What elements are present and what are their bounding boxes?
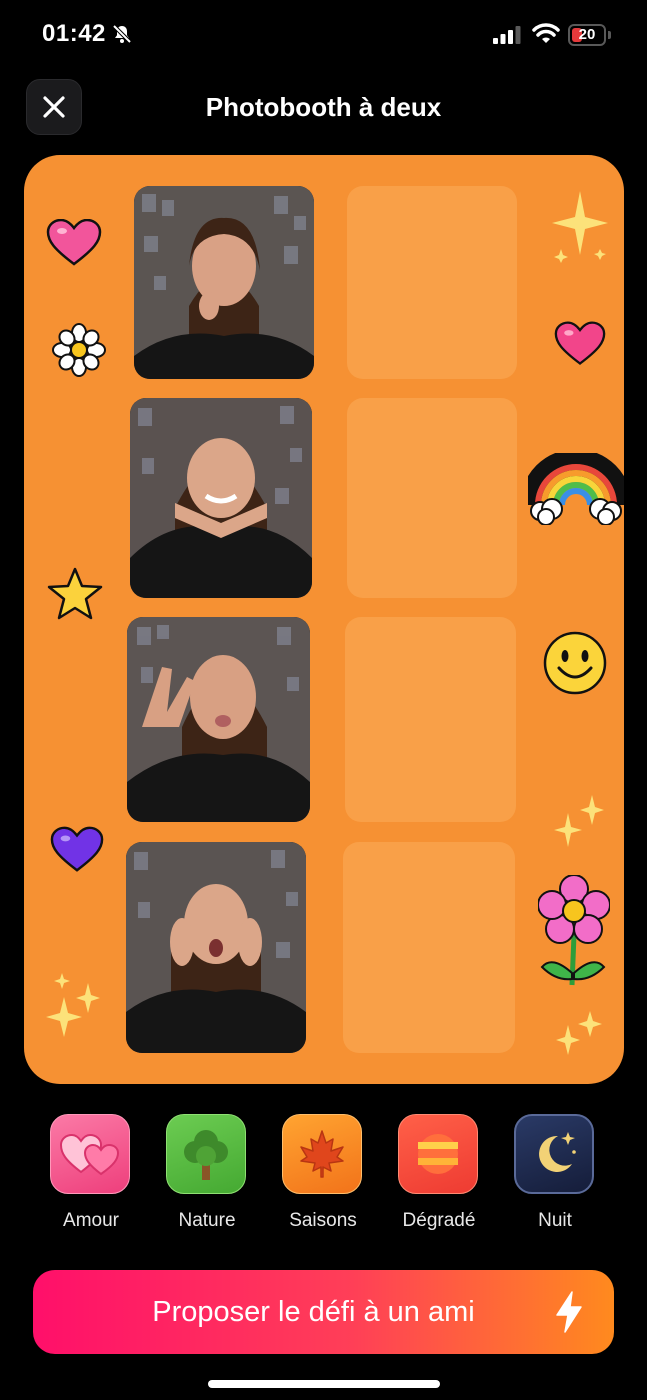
- theme-amour[interactable]: Amour: [50, 1114, 132, 1232]
- rainbow-sticker-icon: [528, 453, 624, 525]
- theme-saisons-label: Saisons: [289, 1210, 357, 1231]
- heart-sticker-icon: [554, 321, 606, 365]
- status-bar: 01:42 20: [0, 0, 647, 70]
- photo-2-image: [130, 398, 312, 598]
- theme-selector: Amour Nature Saisons Dégradé Nuit: [0, 1114, 647, 1234]
- photobooth-frame: [24, 155, 624, 1084]
- maple-leaf-icon: [300, 1130, 344, 1178]
- cellular-signal-icon: [493, 26, 521, 44]
- small-sparkles-sticker-icon: [554, 795, 604, 847]
- empty-slot-2[interactable]: [347, 398, 517, 598]
- home-indicator: [208, 1380, 440, 1388]
- photo-4-image: [126, 842, 306, 1053]
- theme-nuit[interactable]: Nuit: [514, 1114, 596, 1232]
- two-hearts-icon: [59, 1133, 120, 1176]
- sparkles-sticker-icon: [46, 973, 100, 1037]
- theme-nature[interactable]: Nature: [166, 1114, 248, 1232]
- theme-degrade[interactable]: Dégradé: [398, 1114, 480, 1232]
- theme-degrade-label: Dégradé: [402, 1210, 476, 1231]
- wifi-icon: [532, 23, 560, 43]
- bell-muted-icon: [112, 24, 132, 44]
- daisy-sticker-icon: [52, 323, 106, 377]
- photo-3-image: [127, 617, 310, 822]
- theme-nuit-tile[interactable]: [514, 1114, 594, 1194]
- photo-4[interactable]: [126, 842, 306, 1053]
- theme-amour-tile[interactable]: [50, 1114, 130, 1194]
- empty-slot-3[interactable]: [345, 617, 516, 822]
- theme-nature-tile[interactable]: [166, 1114, 246, 1194]
- photo-1-image: [134, 186, 314, 379]
- status-time: 01:42: [42, 20, 106, 47]
- battery-level: 20: [578, 26, 596, 43]
- theme-nature-label: Nature: [178, 1210, 236, 1231]
- battery-indicator: 20: [568, 24, 606, 46]
- propose-challenge-button[interactable]: Proposer le défi à un ami: [33, 1270, 614, 1354]
- empty-slot-4[interactable]: [343, 842, 515, 1053]
- photo-1[interactable]: [134, 186, 314, 379]
- photo-3[interactable]: [127, 617, 310, 822]
- purple-heart-sticker-icon: [50, 826, 104, 872]
- star-sticker-icon: [47, 567, 103, 620]
- flower-sticker-icon: [538, 875, 610, 986]
- theme-nuit-label: Nuit: [538, 1210, 572, 1231]
- large-sparkle-sticker-icon: [552, 191, 608, 263]
- smiley-sticker-icon: [543, 631, 607, 695]
- empty-slot-1[interactable]: [347, 186, 517, 379]
- tree-icon: [184, 1130, 228, 1180]
- photo-2[interactable]: [130, 398, 312, 598]
- battery-tip: [608, 31, 611, 39]
- theme-degrade-tile[interactable]: [398, 1114, 478, 1194]
- pink-heart-sticker-icon: [46, 219, 102, 266]
- lightning-bolt-icon: [556, 1291, 582, 1333]
- propose-challenge-label: Proposer le défi à un ami: [152, 1296, 475, 1328]
- page-title: Photobooth à deux: [205, 92, 442, 122]
- theme-saisons[interactable]: Saisons: [282, 1114, 364, 1232]
- moon-stars-icon: [539, 1132, 576, 1172]
- theme-saisons-tile[interactable]: [282, 1114, 362, 1194]
- bottom-sparkles-sticker-icon: [556, 1011, 602, 1055]
- gradient-stripes-icon: [418, 1134, 458, 1174]
- theme-amour-label: Amour: [63, 1210, 119, 1231]
